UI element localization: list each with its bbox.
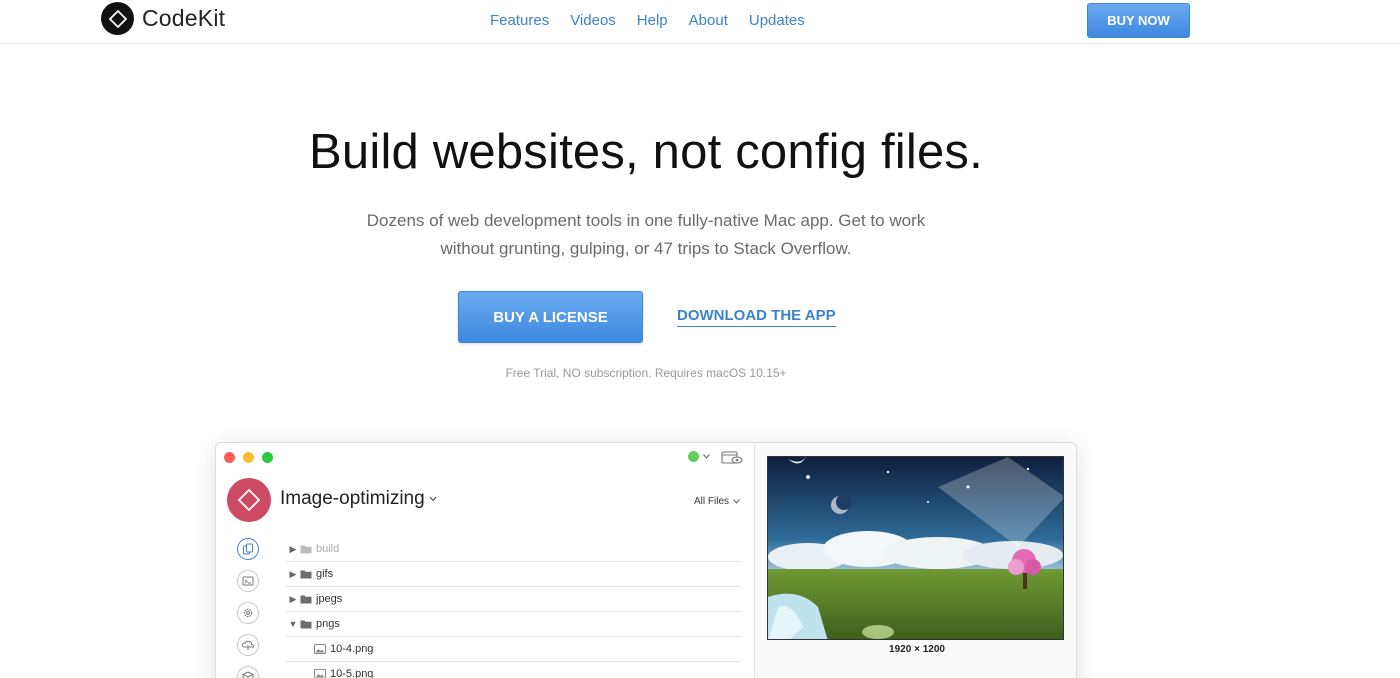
zoom-window-icon[interactable] (262, 452, 273, 463)
nav-links: Features Videos Help About Updates (490, 12, 805, 29)
file-row-jpegs[interactable]: ▶︎ jpegs (286, 587, 741, 612)
image-file-icon (314, 644, 330, 654)
file-name: build (316, 543, 340, 555)
nav-link-help[interactable]: Help (637, 12, 668, 29)
chevron-right-icon: ▶︎ (289, 593, 297, 604)
file-name: jpegs (316, 593, 343, 605)
folder-icon (300, 544, 316, 554)
file-row-gifs[interactable]: ▶︎ gifs (286, 562, 741, 587)
file-filter-dropdown[interactable]: All Files (694, 496, 740, 507)
chevron-right-icon: ▶︎ (289, 568, 297, 579)
trial-note: Free Trial, NO subscription. Requires ma… (505, 366, 787, 380)
preview-image (767, 456, 1064, 640)
codekit-logo-icon (101, 2, 134, 35)
chevron-down-icon (703, 454, 710, 459)
download-app-link[interactable]: DOWNLOAD THE APP (677, 307, 836, 327)
nav-link-features[interactable]: Features (490, 12, 549, 29)
folder-icon (300, 619, 316, 629)
chevron-down-icon (429, 496, 437, 502)
file-name: pngs (316, 618, 340, 630)
file-name: gifs (316, 568, 334, 580)
file-row-build[interactable]: ▶︎ build (286, 537, 741, 562)
minimize-window-icon[interactable] (243, 452, 254, 463)
file-row-image[interactable]: 10-5.png (286, 662, 741, 678)
project-selector[interactable]: Image-optimizing (280, 488, 437, 510)
nav-link-updates[interactable]: Updates (749, 12, 805, 29)
hero-subtitle: Dozens of web development tools in one f… (0, 207, 1292, 263)
file-name: 10-4.png (330, 643, 374, 655)
chevron-down-icon (733, 499, 740, 504)
nav-link-about[interactable]: About (689, 12, 728, 29)
sidebar-toolbar (237, 538, 259, 678)
chevron-right-icon: ▶︎ (289, 543, 297, 554)
server-status[interactable] (688, 451, 710, 462)
status-dot-icon (688, 451, 699, 462)
hero-subtitle-line1: Dozens of web development tools in one f… (366, 211, 926, 230)
file-name: 10-5.png (330, 668, 374, 678)
nav-link-videos[interactable]: Videos (570, 12, 616, 29)
app-window: Image-optimizing All Files ▶︎ build ▶︎ g… (215, 442, 1077, 678)
image-file-icon (314, 669, 330, 678)
image-preview-pane: 1920 × 1200 (754, 443, 1076, 678)
file-row-pngs[interactable]: ▼︎ pngs (286, 612, 741, 637)
gear-icon[interactable] (237, 602, 259, 624)
brand-name: CodeKit (142, 5, 226, 31)
folder-icon (300, 594, 316, 604)
file-tree: ▶︎ build ▶︎ gifs ▶︎ jpegs ▼︎ pngs 10-4.p… (286, 537, 741, 678)
file-row-image[interactable]: 10-4.png (286, 637, 741, 662)
brand-logo[interactable]: CodeKit (101, 2, 225, 35)
folder-icon (300, 569, 316, 579)
hero-subtitle-line2: without grunting, gulping, or 47 trips t… (440, 239, 852, 258)
chevron-down-icon: ▼︎ (288, 619, 298, 629)
cloud-icon[interactable] (237, 634, 259, 656)
buy-now-button[interactable]: BUY NOW (1087, 3, 1190, 38)
package-icon[interactable] (237, 666, 259, 678)
top-nav: CodeKit Features Videos Help About Updat… (0, 0, 1400, 44)
project-name: Image-optimizing (280, 488, 425, 509)
terminal-icon[interactable] (237, 570, 259, 592)
project-icon[interactable] (227, 478, 271, 522)
close-window-icon[interactable] (224, 452, 235, 463)
buy-license-button[interactable]: BUY A LICENSE (458, 291, 643, 343)
hero-title: Build websites, not config files. (309, 125, 983, 179)
files-icon[interactable] (237, 538, 259, 560)
image-dimensions: 1920 × 1200 (889, 644, 945, 655)
window-controls (224, 452, 273, 463)
preview-browser-icon[interactable] (721, 451, 743, 470)
file-filter-label: All Files (694, 496, 730, 507)
